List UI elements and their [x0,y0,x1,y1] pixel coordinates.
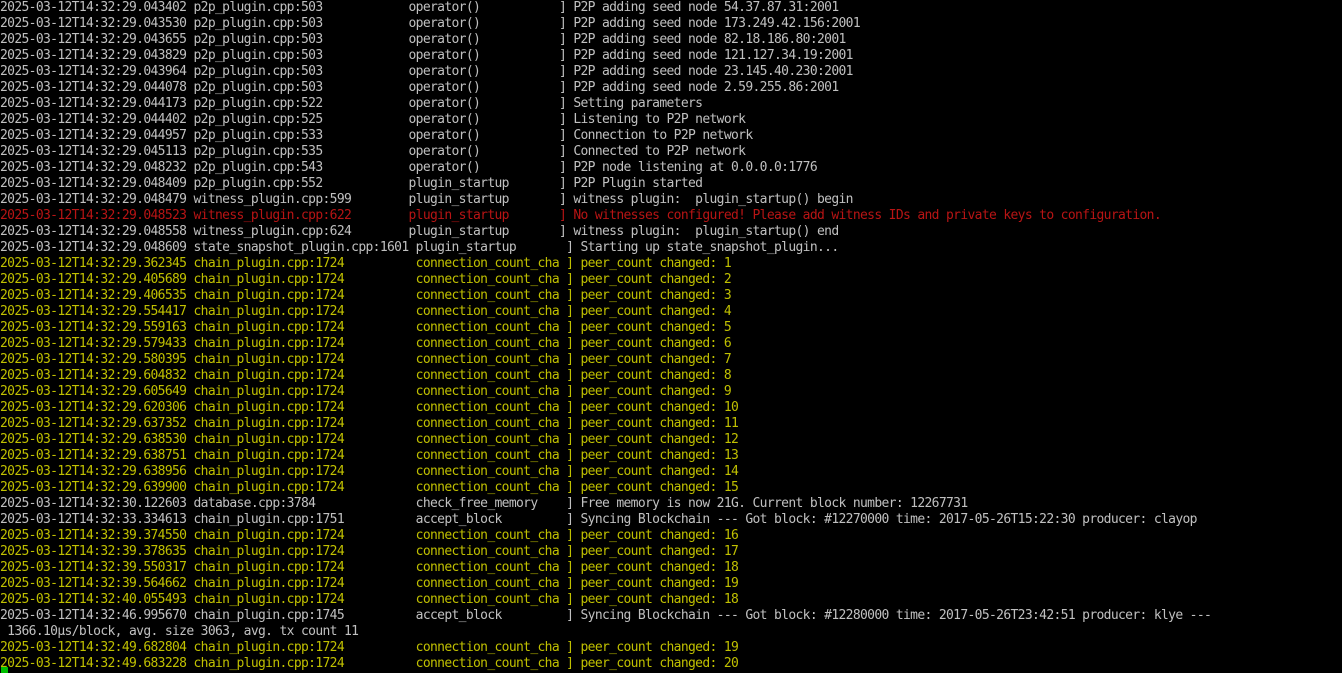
log-line: 2025-03-12T14:32:29.554417 chain_plugin.… [0,304,732,319]
terminal-output[interactable]: 2025-03-12T14:32:29.043402 p2p_plugin.cp… [0,0,1342,673]
log-line: 2025-03-12T14:32:29.044173 p2p_plugin.cp… [0,96,703,111]
log-line: 2025-03-12T14:32:29.048558 witness_plugi… [0,224,839,239]
log-line: 2025-03-12T14:32:29.405689 chain_plugin.… [0,272,732,287]
log-line: 2025-03-12T14:32:29.045113 p2p_plugin.cp… [0,144,746,159]
log-line: 2025-03-12T14:32:29.605649 chain_plugin.… [0,384,732,399]
log-line: 2025-03-12T14:32:29.043530 p2p_plugin.cp… [0,16,861,31]
log-line: 2025-03-12T14:32:39.378635 chain_plugin.… [0,544,739,559]
log-line: 2025-03-12T14:32:29.043964 p2p_plugin.cp… [0,64,854,79]
log-line: 2025-03-12T14:32:29.638751 chain_plugin.… [0,448,739,463]
log-line: 2025-03-12T14:32:29.043402 p2p_plugin.cp… [0,0,839,15]
log-line: 2025-03-12T14:32:29.637352 chain_plugin.… [0,416,739,431]
log-line: 2025-03-12T14:32:29.620306 chain_plugin.… [0,400,739,415]
log-line: 2025-03-12T14:32:33.334613 chain_plugin.… [0,512,1198,527]
log-line: 2025-03-12T14:32:49.683228 chain_plugin.… [0,656,739,671]
log-line: 2025-03-12T14:32:29.044078 p2p_plugin.cp… [0,80,839,95]
log-line: 2025-03-12T14:32:29.406535 chain_plugin.… [0,288,732,303]
log-line: 2025-03-12T14:32:29.638530 chain_plugin.… [0,432,739,447]
cursor-icon [1,667,8,673]
log-line: 2025-03-12T14:32:29.559163 chain_plugin.… [0,320,732,335]
log-line: 2025-03-12T14:32:29.580395 chain_plugin.… [0,352,732,367]
log-line: 2025-03-12T14:32:29.043829 p2p_plugin.cp… [0,48,854,63]
log-line: 2025-03-12T14:32:29.362345 chain_plugin.… [0,256,732,271]
log-line: 2025-03-12T14:32:39.374550 chain_plugin.… [0,528,739,543]
log-line: 2025-03-12T14:32:46.995670 chain_plugin.… [0,608,1212,623]
log-line: 2025-03-12T14:32:29.048409 p2p_plugin.cp… [0,176,703,191]
log-line: 2025-03-12T14:32:29.579433 chain_plugin.… [0,336,732,351]
log-line: 2025-03-12T14:32:29.048523 witness_plugi… [0,208,1162,223]
log-line: 2025-03-12T14:32:30.122603 database.cpp:… [0,496,968,511]
log-line: 2025-03-12T14:32:40.055493 chain_plugin.… [0,592,739,607]
log-line: 2025-03-12T14:32:39.564662 chain_plugin.… [0,576,739,591]
log-line: 2025-03-12T14:32:29.044957 p2p_plugin.cp… [0,128,753,143]
log-line: 2025-03-12T14:32:29.048479 witness_plugi… [0,192,854,207]
log-line: 2025-03-12T14:32:29.604832 chain_plugin.… [0,368,732,383]
log-line: 2025-03-12T14:32:29.043655 p2p_plugin.cp… [0,32,846,47]
log-line: 1366.10µs/block, avg. size 3063, avg. tx… [0,624,359,639]
log-line: 2025-03-12T14:32:29.638956 chain_plugin.… [0,464,739,479]
log-line: 2025-03-12T14:32:29.048232 p2p_plugin.cp… [0,160,818,175]
log-line: 2025-03-12T14:32:29.048609 state_snapsho… [0,240,839,255]
log-line: 2025-03-12T14:32:29.044402 p2p_plugin.cp… [0,112,746,127]
log-line: 2025-03-12T14:32:29.639900 chain_plugin.… [0,480,739,495]
log-line: 2025-03-12T14:32:39.550317 chain_plugin.… [0,560,739,575]
log-line: 2025-03-12T14:32:49.682804 chain_plugin.… [0,640,739,655]
